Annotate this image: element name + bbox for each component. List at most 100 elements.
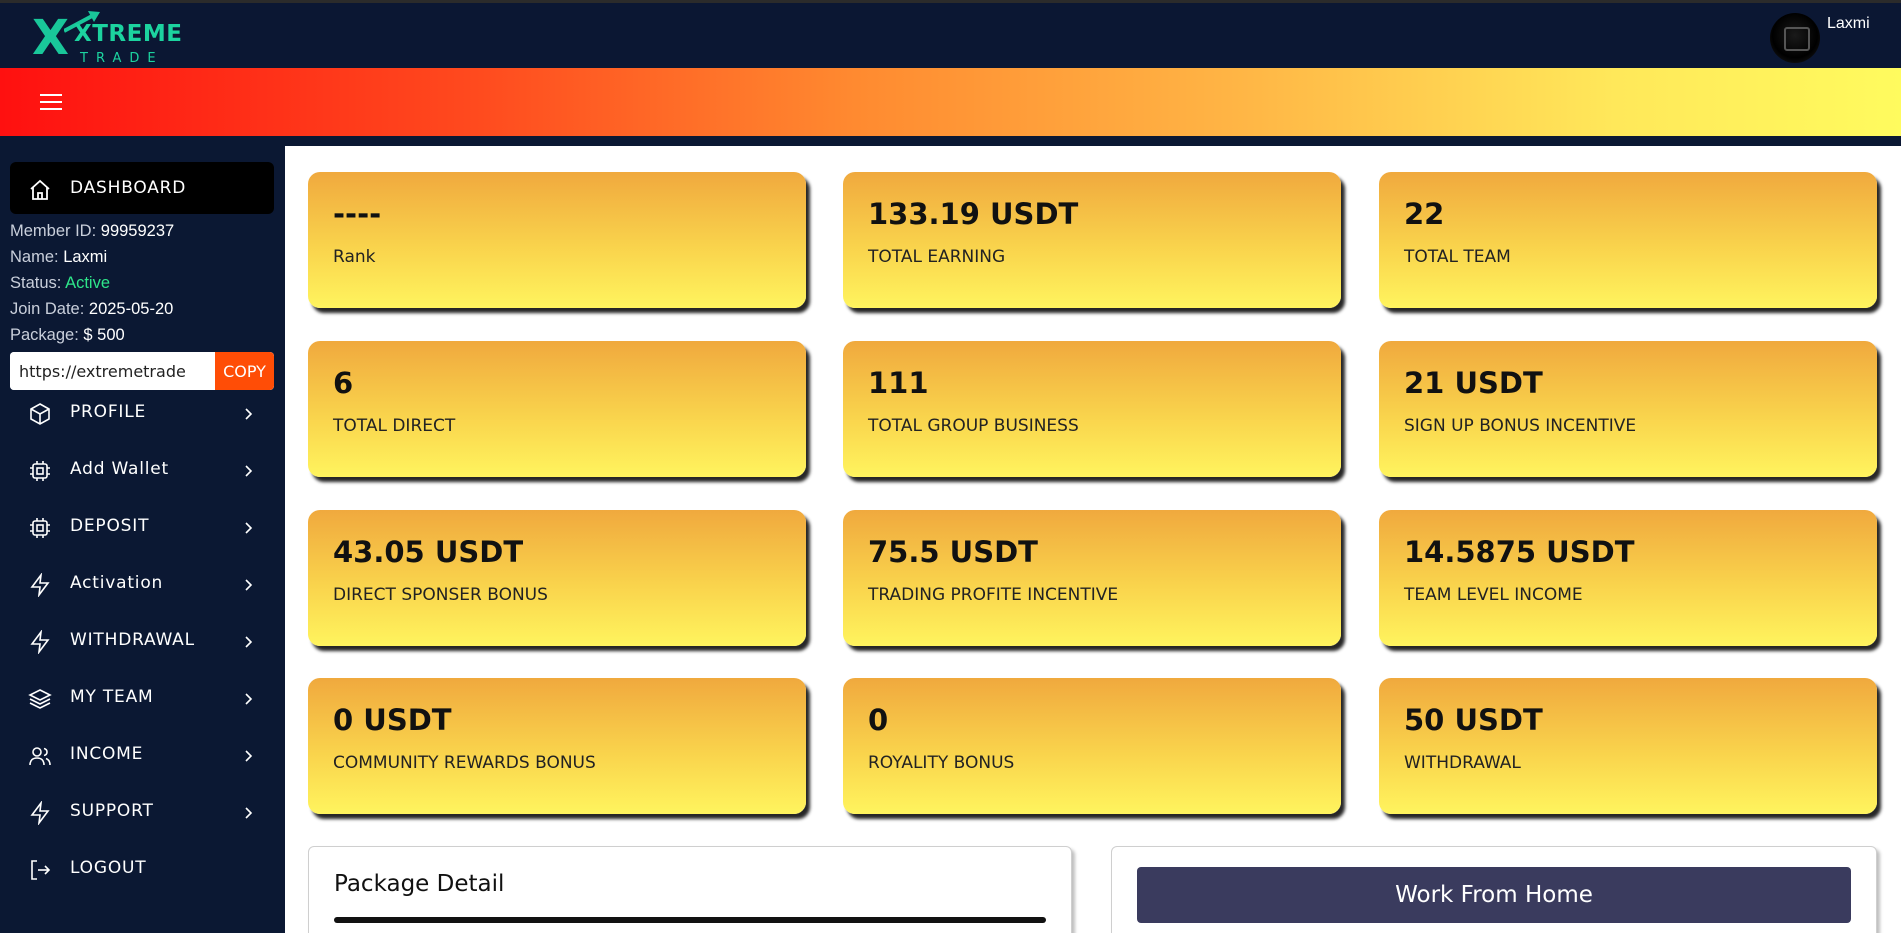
sidebar-item-label: LOGOUT (70, 858, 147, 878)
stat-label: TOTAL GROUP BUSINESS (868, 416, 1079, 436)
sidebar-item-profile[interactable]: PROFILE (10, 390, 274, 434)
bolt-icon (30, 573, 50, 597)
stat-label: TRADING PROFITE INCENTIVE (868, 585, 1119, 605)
stat-label: TEAM LEVEL INCOME (1404, 585, 1583, 605)
referral-link-input[interactable] (10, 352, 215, 390)
chevron-right-icon (245, 465, 253, 477)
users-icon (29, 747, 51, 766)
stat-label: COMMUNITY REWARDS BONUS (333, 753, 596, 773)
sidebar-item-activation[interactable]: Activation (10, 561, 274, 605)
stat-value: 0 (868, 703, 889, 737)
cube-icon (30, 403, 50, 425)
chevron-right-icon (245, 807, 253, 819)
stat-label: TOTAL TEAM (1404, 247, 1511, 267)
stat-card-royality-bonus[interactable]: 0 ROYALITY BONUS (843, 678, 1341, 814)
chevron-right-icon (245, 750, 253, 762)
stat-label: WITHDRAWAL (1404, 753, 1521, 773)
stat-card-total-direct[interactable]: 6 TOTAL DIRECT (308, 341, 806, 477)
sidebar-item-support[interactable]: SUPPORT (10, 789, 274, 833)
stat-value: 75.5 USDT (868, 535, 1038, 569)
sidebar-item-label: DASHBOARD (70, 178, 187, 198)
stat-value: 111 (868, 366, 929, 400)
stat-value: 22 (1404, 197, 1445, 231)
stat-label: Rank (333, 247, 376, 267)
header-divider (0, 136, 1901, 146)
sidebar-item-label: WITHDRAWAL (70, 630, 195, 650)
status-badge: Active (65, 274, 110, 292)
sidebar-item-label: SUPPORT (70, 801, 154, 821)
bolt-icon (30, 801, 50, 825)
work-from-home-panel: Work From Home (1111, 846, 1877, 933)
sidebar-item-label: Activation (70, 573, 164, 593)
stat-card-total-group-business[interactable]: 111 TOTAL GROUP BUSINESS (843, 341, 1341, 477)
member-status: Status: Active (10, 274, 110, 292)
package-detail-header-bar (334, 917, 1046, 923)
logout-icon (31, 860, 51, 880)
stat-label: ROYALITY BONUS (868, 753, 1015, 773)
sidebar-item-label: Add Wallet (70, 459, 170, 479)
sidebar-item-my-team[interactable]: MY TEAM (10, 675, 274, 719)
logo-mark: X (32, 10, 70, 66)
user-name[interactable]: Laxmi (1827, 15, 1870, 33)
sidebar-item-label: PROFILE (70, 402, 147, 422)
logo-word-top: XTREME (74, 21, 183, 47)
copy-button[interactable]: COPY (215, 352, 274, 390)
chip-icon (30, 461, 50, 481)
chip-icon (30, 518, 50, 538)
layers-icon (28, 689, 52, 709)
member-package: Package: $ 500 (10, 326, 125, 344)
referral-link-group: COPY (10, 352, 274, 390)
sidebar-item-label: INCOME (70, 744, 144, 764)
stat-value: 133.19 USDT (868, 197, 1079, 231)
stat-card-team-level-income[interactable]: 14.5875 USDT TEAM LEVEL INCOME (1379, 510, 1877, 646)
work-from-home-button[interactable]: Work From Home (1137, 867, 1851, 923)
stat-label: SIGN UP BONUS INCENTIVE (1404, 416, 1637, 436)
package-detail-title: Package Detail (334, 871, 505, 897)
stat-value: 0 USDT (333, 703, 452, 737)
member-name: Name: Laxmi (10, 248, 108, 266)
header-gradient-bar (0, 68, 1901, 136)
stat-label: TOTAL DIRECT (333, 416, 456, 436)
stat-card-total-team[interactable]: 22 TOTAL TEAM (1379, 172, 1877, 308)
bolt-icon (30, 630, 50, 654)
stat-card-total-earning[interactable]: 133.19 USDT TOTAL EARNING (843, 172, 1341, 308)
stat-card-trading-profite[interactable]: 75.5 USDT TRADING PROFITE INCENTIVE (843, 510, 1341, 646)
stat-value: 21 USDT (1404, 366, 1543, 400)
chevron-right-icon (245, 522, 253, 534)
chevron-right-icon (245, 693, 253, 705)
stat-card-community-rewards[interactable]: 0 USDT COMMUNITY REWARDS BONUS (308, 678, 806, 814)
sidebar-item-label: DEPOSIT (70, 516, 150, 536)
chevron-right-icon (245, 636, 253, 648)
stat-value: 50 USDT (1404, 703, 1543, 737)
member-id: Member ID: 99959237 (10, 222, 175, 240)
chevron-right-icon (245, 579, 253, 591)
stat-card-sign-up-bonus[interactable]: 21 USDT SIGN UP BONUS INCENTIVE (1379, 341, 1877, 477)
sidebar-item-add-wallet[interactable]: Add Wallet (10, 447, 274, 491)
member-join-date: Join Date: 2025-05-20 (10, 300, 174, 318)
top-header: X XTREME TRADE Laxmi (0, 0, 1901, 68)
stat-label: DIRECT SPONSER BONUS (333, 585, 548, 605)
stat-card-rank[interactable]: ---- Rank (308, 172, 806, 308)
stat-value: 14.5875 USDT (1404, 535, 1635, 569)
stat-value: 6 (333, 366, 354, 400)
chevron-right-icon (245, 408, 253, 420)
extreme-trade-logo[interactable]: X XTREME TRADE (32, 10, 183, 66)
sidebar-item-deposit[interactable]: DEPOSIT (10, 504, 274, 548)
sidebar-item-dashboard[interactable]: DASHBOARD (10, 162, 274, 214)
stat-card-direct-sponser-bonus[interactable]: 43.05 USDT DIRECT SPONSER BONUS (308, 510, 806, 646)
sidebar-item-logout[interactable]: LOGOUT (10, 846, 274, 890)
home-icon (30, 179, 50, 200)
package-detail-panel: Package Detail (308, 846, 1072, 933)
logo-word-bottom: TRADE (80, 51, 164, 66)
sidebar-item-label: MY TEAM (70, 687, 154, 707)
sidebar: DASHBOARD Member ID: 99959237 Name: Laxm… (0, 146, 285, 933)
menu-toggle-icon[interactable] (40, 94, 62, 110)
sidebar-item-income[interactable]: INCOME (10, 732, 274, 776)
sidebar-item-withdrawal[interactable]: WITHDRAWAL (10, 618, 274, 662)
user-avatar[interactable] (1770, 13, 1820, 63)
stat-value: 43.05 USDT (333, 535, 524, 569)
dashboard-main: ---- Rank 133.19 USDT TOTAL EARNING 22 T… (285, 146, 1901, 933)
stat-card-withdrawal[interactable]: 50 USDT WITHDRAWAL (1379, 678, 1877, 814)
stat-value: ---- (333, 197, 382, 231)
stat-label: TOTAL EARNING (868, 247, 1006, 267)
